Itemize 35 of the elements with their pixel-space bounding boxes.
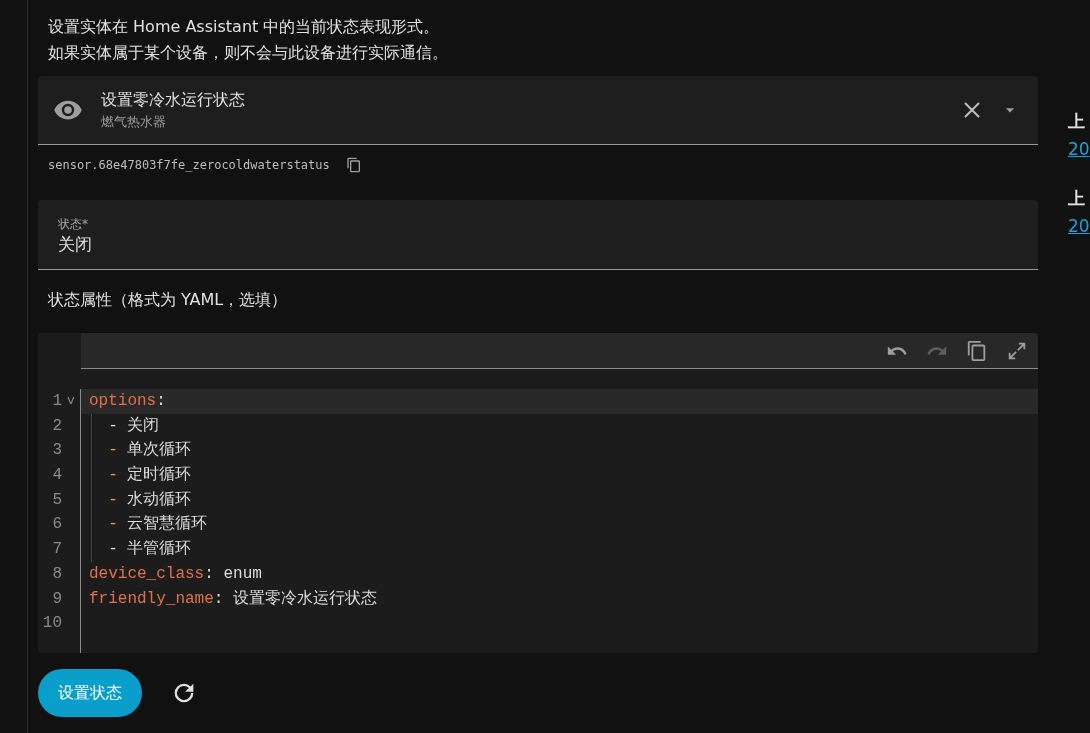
device-name: 燃气热水器 [101,112,167,131]
state-field[interactable]: 状态* 关闭 [38,200,1038,270]
code-line: - 云智慧循环 [107,515,208,534]
line-number: 5 [52,489,62,511]
code-line: - 单次循环 [107,441,192,460]
line-number: 8 [52,563,62,585]
line-number: 2 [52,415,62,437]
code-line: options: [89,392,166,410]
code-editor[interactable]: 1 v options: 2 - 关闭 3 - 单次循环 4 - 定时循环 5 - 水动循环 6 - 云智慧循环 7 - 半管循环 8 device_class: enum 9 friendly_name: 设置零冷水运行状态 10 [38,333,1038,653]
copy-icon[interactable] [345,157,362,173]
line-number: 4 [52,465,62,487]
line-number: 1 [52,391,62,412]
line-number: 7 [52,539,62,561]
entity-id: sensor.68e47803f7fe_zerocoldwaterstatus [48,158,330,172]
timestamp-link[interactable]: 20 [1068,216,1090,236]
code-line: - 水动循环 [107,490,192,509]
fold-marker[interactable]: v [67,393,75,408]
code-line: - 定时循环 [107,466,192,485]
code-line: - 关闭 [107,416,160,435]
entity-name: 设置零冷水运行状态 [101,89,246,111]
line-number: 10 [42,613,62,635]
info-label: 上 [1068,110,1086,133]
code-line: device_class: enum [89,564,262,583]
copy-icon[interactable] [966,339,988,362]
description-text: 如果实体属于某个设备，则不会与此设备进行实际通信。 [48,42,449,64]
code-line: - 半管循环 [107,540,192,559]
attributes-label: 状态属性（格式为 YAML，选填） [47,289,289,311]
description-text: 设置实体在 Home Assistant 中的当前状态表现形式。 [48,16,441,38]
info-label: 上 [1068,187,1086,210]
code-line: friendly_name: 设置零冷水运行状态 [89,589,378,608]
entity-picker[interactable]: 设置零冷水运行状态 燃气热水器 [38,76,1038,145]
line-number: 3 [52,440,62,462]
line-number: 6 [52,514,62,536]
line-number: 9 [52,588,62,610]
timestamp-link[interactable]: 20 [1068,139,1090,159]
